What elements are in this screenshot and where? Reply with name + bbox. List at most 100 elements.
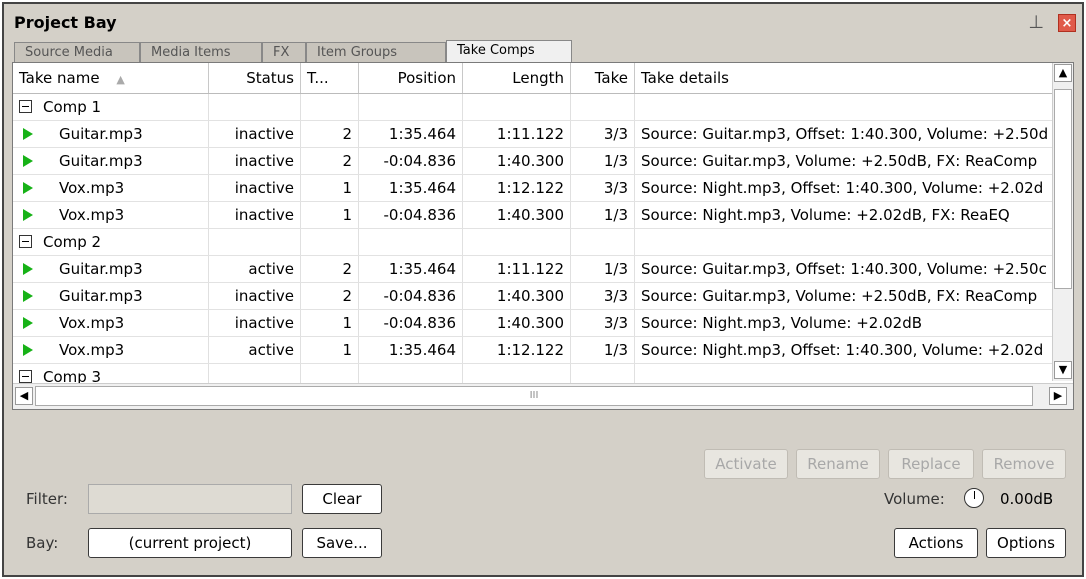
scroll-down-icon[interactable]: ▼ <box>1054 361 1072 379</box>
details-cell: Source: Guitar.mp3, Volume: +2.50dB, FX:… <box>641 287 1038 305</box>
bay-label: Bay: <box>26 534 59 552</box>
take-row[interactable]: Vox.mp3 active 1 1:35.464 1:12.122 1/3 Source:… <box>13 337 1053 364</box>
take-row[interactable]: Guitar.mp3 inactive 2 -0:04.836 1:40.300 1/3 S… <box>13 148 1053 175</box>
remove-button[interactable]: Remove <box>982 449 1066 479</box>
volume-knob-icon[interactable] <box>964 488 984 508</box>
take-row[interactable]: Guitar.mp3 inactive 2 -0:04.836 1:40.300 3/3 S… <box>13 283 1053 310</box>
details-cell: Source: Guitar.mp3, Volume: +2.50dB, FX:… <box>641 152 1038 170</box>
take-comps-list: Take name ▲ Status T... Position Length … <box>12 62 1074 410</box>
take-name-cell: Guitar.mp3 <box>13 121 209 147</box>
comp-group-row[interactable]: Comp 2 <box>13 229 1053 256</box>
tab-fx[interactable]: FX <box>262 42 306 62</box>
status-cell: active <box>209 256 301 282</box>
play-icon[interactable] <box>23 128 33 140</box>
play-icon[interactable] <box>23 344 33 356</box>
position-cell <box>359 229 463 255</box>
take-cell: 1/3 <box>571 148 635 174</box>
take-name-cell: Vox.mp3 <box>13 337 209 363</box>
details-cell: Source: Night.mp3, Volume: +2.02dB, FX: … <box>641 206 1010 224</box>
bay-select[interactable]: (current project) <box>88 528 292 558</box>
sort-ascending-icon: ▲ <box>116 73 125 86</box>
take-name-label: Guitar.mp3 <box>59 260 143 278</box>
position-cell: 1:35.464 <box>359 256 463 282</box>
replace-button[interactable]: Replace <box>888 449 974 479</box>
t-cell: 1 <box>301 310 359 336</box>
column-status[interactable]: Status <box>209 63 301 93</box>
filter-input[interactable] <box>88 484 292 514</box>
t-cell: 2 <box>301 256 359 282</box>
take-name-cell: Vox.mp3 <box>13 175 209 201</box>
take-cell: 3/3 <box>571 175 635 201</box>
play-icon[interactable] <box>23 155 33 167</box>
vertical-scrollbar[interactable]: ▲ ▼ <box>1052 63 1073 381</box>
take-row[interactable]: Vox.mp3 inactive 1 -0:04.836 1:40.300 3/3 Sour… <box>13 310 1053 337</box>
play-icon[interactable] <box>23 317 33 329</box>
length-cell: 1:40.300 <box>463 202 571 228</box>
t-cell <box>301 229 359 255</box>
scroll-up-icon[interactable]: ▲ <box>1054 64 1072 82</box>
tab-item-groups[interactable]: Item Groups <box>306 42 446 62</box>
t-cell: 2 <box>301 283 359 309</box>
vertical-scroll-thumb[interactable] <box>1054 89 1072 289</box>
collapse-icon[interactable] <box>19 235 32 248</box>
play-icon[interactable] <box>23 290 33 302</box>
take-row[interactable]: Guitar.mp3 active 2 1:35.464 1:11.122 1/3 Sour… <box>13 256 1053 283</box>
column-t[interactable]: T... <box>301 63 359 93</box>
column-length[interactable]: Length <box>463 63 571 93</box>
close-icon[interactable]: × <box>1058 14 1076 32</box>
t-cell: 1 <box>301 337 359 363</box>
actions-button[interactable]: Actions <box>894 528 978 558</box>
column-take[interactable]: Take <box>571 63 635 93</box>
column-take-name[interactable]: Take name ▲ <box>13 63 209 93</box>
horizontal-scrollbar[interactable]: ◀ III ▶ <box>13 383 1073 409</box>
take-name-cell: Comp 2 <box>13 229 209 255</box>
collapse-icon[interactable] <box>19 370 32 383</box>
take-row[interactable]: Guitar.mp3 inactive 2 1:35.464 1:11.122 3/3 So… <box>13 121 1053 148</box>
filter-label: Filter: <box>26 490 68 508</box>
length-cell: 1:12.122 <box>463 175 571 201</box>
position-cell: -0:04.836 <box>359 310 463 336</box>
take-name-cell: Comp 1 <box>13 94 209 120</box>
collapse-icon[interactable] <box>19 100 32 113</box>
column-take-name-label: Take name <box>19 69 100 87</box>
options-button[interactable]: Options <box>986 528 1066 558</box>
scroll-left-icon[interactable]: ◀ <box>15 387 33 405</box>
tab-take-comps[interactable]: Take Comps <box>446 40 572 62</box>
take-cell: 3/3 <box>571 310 635 336</box>
play-icon[interactable] <box>23 209 33 221</box>
tab-media-items[interactable]: Media Items <box>140 42 262 62</box>
t-cell <box>301 94 359 120</box>
take-row[interactable]: Vox.mp3 inactive 1 -0:04.836 1:40.300 1/3 Sour… <box>13 202 1053 229</box>
details-cell <box>635 229 1053 255</box>
play-icon[interactable] <box>23 263 33 275</box>
pin-icon[interactable]: ⊥ <box>1028 12 1044 33</box>
save-button[interactable]: Save... <box>302 528 382 558</box>
take-name-label: Guitar.mp3 <box>59 152 143 170</box>
clear-button[interactable]: Clear <box>302 484 382 514</box>
column-take-details[interactable]: Take details <box>635 63 1053 93</box>
t-cell: 2 <box>301 148 359 174</box>
take-name-label: Vox.mp3 <box>59 179 125 197</box>
activate-button[interactable]: Activate <box>704 449 788 479</box>
take-name-cell: Vox.mp3 <box>13 202 209 228</box>
length-cell: 1:12.122 <box>463 337 571 363</box>
volume-value: 0.00dB <box>1000 490 1054 508</box>
tab-source-media[interactable]: Source Media <box>14 42 140 62</box>
position-cell: 1:35.464 <box>359 121 463 147</box>
take-name-label: Vox.mp3 <box>59 314 125 332</box>
scroll-right-icon[interactable]: ▶ <box>1049 387 1067 405</box>
play-icon[interactable] <box>23 182 33 194</box>
column-position[interactable]: Position <box>359 63 463 93</box>
details-cell <box>635 94 1053 120</box>
t-cell: 1 <box>301 175 359 201</box>
position-cell: 1:35.464 <box>359 337 463 363</box>
take-name-label: Guitar.mp3 <box>59 287 143 305</box>
rename-button[interactable]: Rename <box>796 449 880 479</box>
horizontal-scroll-thumb[interactable]: III <box>35 386 1033 406</box>
details-cell: Source: Guitar.mp3, Offset: 1:40.300, Vo… <box>641 125 1049 143</box>
length-cell: 1:40.300 <box>463 283 571 309</box>
take-row[interactable]: Vox.mp3 inactive 1 1:35.464 1:12.122 3/3 Sourc… <box>13 175 1053 202</box>
take-cell: 3/3 <box>571 121 635 147</box>
status-cell: inactive <box>209 310 301 336</box>
comp-group-row[interactable]: Comp 1 <box>13 94 1053 121</box>
